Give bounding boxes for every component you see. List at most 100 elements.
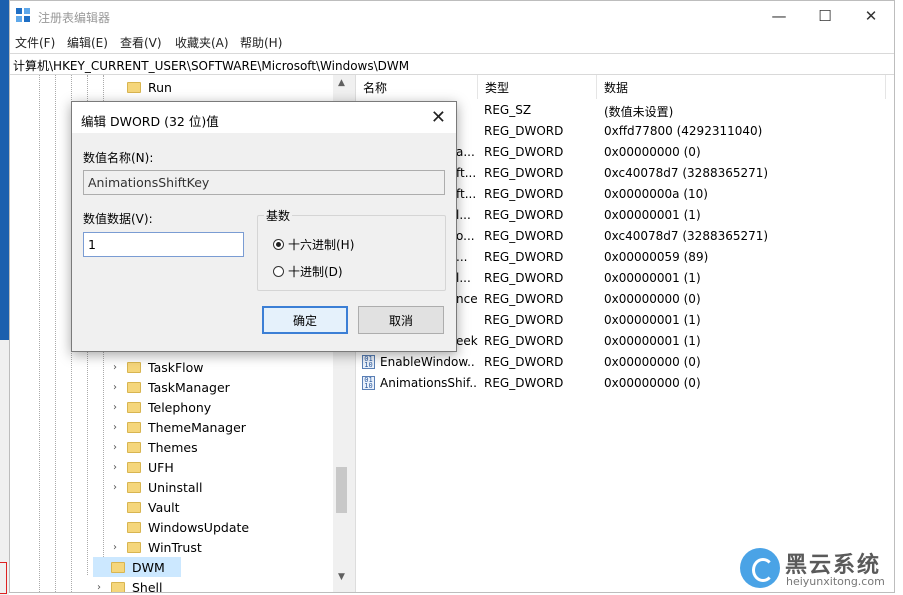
value-name: ... (456, 250, 468, 264)
column-header-type[interactable]: 类型 (478, 75, 597, 99)
folder-icon (127, 541, 141, 553)
tree-item-wintrust[interactable]: › WinTrust (109, 537, 202, 557)
value-row[interactable]: 01 10 EnableWindow... REG_DWORD 0x0000000… (356, 352, 894, 373)
tree-item-shell[interactable]: › Shell (93, 577, 163, 592)
chevron-right-icon[interactable]: › (109, 422, 121, 433)
folder-icon (127, 401, 141, 413)
decimal-radio[interactable]: 十进制(D) (273, 263, 343, 280)
address-bar[interactable]: 计算机\HKEY_CURRENT_USER\SOFTWARE\Microsoft… (10, 53, 894, 75)
radio-selected-icon[interactable] (273, 239, 284, 250)
value-data: 0xc40078d7 (3288365271) (604, 166, 769, 180)
chevron-right-icon[interactable]: › (109, 382, 121, 393)
ok-button[interactable]: 确定 (262, 306, 348, 334)
chevron-right-icon[interactable]: › (109, 402, 121, 413)
hex-radio[interactable]: 十六进制(H) (273, 236, 354, 253)
menu-file[interactable]: 文件(F) (15, 34, 55, 51)
cancel-button[interactable]: 取消 (358, 306, 444, 334)
value-name: eek (456, 334, 478, 348)
base-group-label: 基数 (264, 207, 293, 224)
tree-guide-line (39, 75, 40, 592)
value-name: nce (456, 292, 478, 306)
folder-icon (127, 441, 141, 453)
tree-item-label: TaskFlow (148, 359, 204, 375)
tree-item-label: WindowsUpdate (148, 519, 250, 535)
tree-item-label: Telephony (148, 399, 212, 415)
tree-item-taskmanager[interactable]: › TaskManager (109, 377, 230, 397)
tree-item-themes[interactable]: › Themes (109, 437, 198, 457)
value-type: REG_DWORD (484, 250, 564, 264)
tree-item-ufh[interactable]: › UFH (109, 457, 174, 477)
tree-item-label: DWM (132, 559, 165, 575)
cloud-logo-icon (740, 548, 780, 588)
title-bar[interactable]: 注册表编辑器 — ☐ ✕ (10, 1, 894, 31)
value-data: 0x00000000 (0) (604, 376, 701, 390)
chevron-right-icon[interactable]: › (109, 542, 121, 553)
dialog-title-bar[interactable]: 编辑 DWORD (32 位)值 ✕ (72, 102, 456, 133)
scroll-up-arrow-icon[interactable]: ▲ (333, 78, 350, 88)
regedit-app-icon (16, 8, 30, 22)
radio-unselected-icon[interactable] (273, 266, 284, 277)
menu-view[interactable]: 查看(V) (120, 34, 162, 51)
tree-item-taskflow[interactable]: › TaskFlow (109, 357, 204, 377)
value-data: 0x00000001 (1) (604, 334, 701, 348)
tree-item-windowsupdate[interactable]: WindowsUpdate (109, 517, 249, 537)
value-name: l... (456, 208, 471, 222)
scroll-down-arrow-icon[interactable]: ▼ (333, 572, 350, 582)
tree-item-label: Themes (148, 439, 198, 455)
value-name: o... (456, 229, 475, 243)
tree-item-dwm-selected[interactable]: DWM (93, 557, 181, 577)
value-data: 0x00000000 (0) (604, 292, 701, 306)
tree-item-run[interactable]: Run (109, 77, 172, 97)
address-path[interactable]: 计算机\HKEY_CURRENT_USER\SOFTWARE\Microsoft… (13, 57, 409, 74)
tree-item-uninstall[interactable]: › Uninstall (109, 477, 203, 497)
folder-icon (127, 501, 141, 513)
value-type: REG_DWORD (484, 187, 564, 201)
close-button[interactable]: ✕ (848, 1, 894, 31)
edit-dword-dialog: 编辑 DWORD (32 位)值 ✕ 数值名称(N): AnimationsSh… (71, 101, 457, 352)
folder-icon (127, 481, 141, 493)
value-data: 0x00000001 (1) (604, 208, 701, 222)
maximize-button[interactable]: ☐ (802, 1, 848, 31)
value-name: a... (456, 145, 475, 159)
tree-item-vault[interactable]: Vault (109, 497, 180, 517)
value-data: 0xc40078d7 (3288365271) (604, 229, 769, 243)
watermark-url: heiyunxitong.com (786, 575, 885, 588)
value-name: EnableWindow... (380, 355, 476, 369)
value-data: 0x00000000 (0) (604, 145, 701, 159)
value-row[interactable]: 01 10 AnimationsShif... REG_DWORD 0x00000… (356, 373, 894, 394)
chevron-right-icon[interactable]: › (93, 582, 105, 593)
value-type: REG_DWORD (484, 229, 564, 243)
value-name-label: 数值名称(N): (83, 151, 154, 165)
menu-help[interactable]: 帮助(H) (240, 34, 282, 51)
minimize-button[interactable]: — (756, 1, 802, 31)
background-window-edge (0, 340, 9, 595)
value-data-input[interactable]: 1 (83, 232, 244, 257)
menu-edit[interactable]: 编辑(E) (67, 34, 108, 51)
menu-favorites[interactable]: 收藏夹(A) (175, 34, 229, 51)
tree-item-telephony[interactable]: › Telephony (109, 397, 211, 417)
chevron-right-icon[interactable]: › (109, 462, 121, 473)
window-title: 注册表编辑器 (38, 11, 111, 25)
scrollbar-thumb[interactable] (336, 467, 347, 513)
tree-item-label: WinTrust (148, 539, 202, 555)
chevron-right-icon[interactable]: › (109, 362, 121, 373)
chevron-right-icon[interactable]: › (109, 482, 121, 493)
dialog-close-icon[interactable]: ✕ (431, 107, 446, 128)
menu-bar: 文件(F) 编辑(E) 查看(V) 收藏夹(A) 帮助(H) (10, 31, 894, 53)
dialog-title: 编辑 DWORD (32 位)值 (81, 114, 219, 129)
tree-item-label: Uninstall (148, 479, 203, 495)
chevron-right-icon[interactable]: › (109, 442, 121, 453)
column-header-name[interactable]: 名称 (356, 75, 478, 99)
desktop-edge (0, 0, 9, 595)
base-groupbox: 基数 十六进制(H) 十进制(D) (257, 207, 446, 291)
column-header-data[interactable]: 数据 (597, 75, 886, 99)
tree-item-label: Run (148, 79, 172, 95)
value-type: REG_DWORD (484, 208, 564, 222)
tree-item-thememanager[interactable]: › ThemeManager (109, 417, 246, 437)
value-type: REG_DWORD (484, 313, 564, 327)
value-type: REG_DWORD (484, 166, 564, 180)
value-type: REG_DWORD (484, 334, 564, 348)
value-data: 0x00000059 (89) (604, 250, 709, 264)
tree-item-label: Shell (132, 579, 163, 593)
background-highlight-mark (0, 562, 7, 594)
